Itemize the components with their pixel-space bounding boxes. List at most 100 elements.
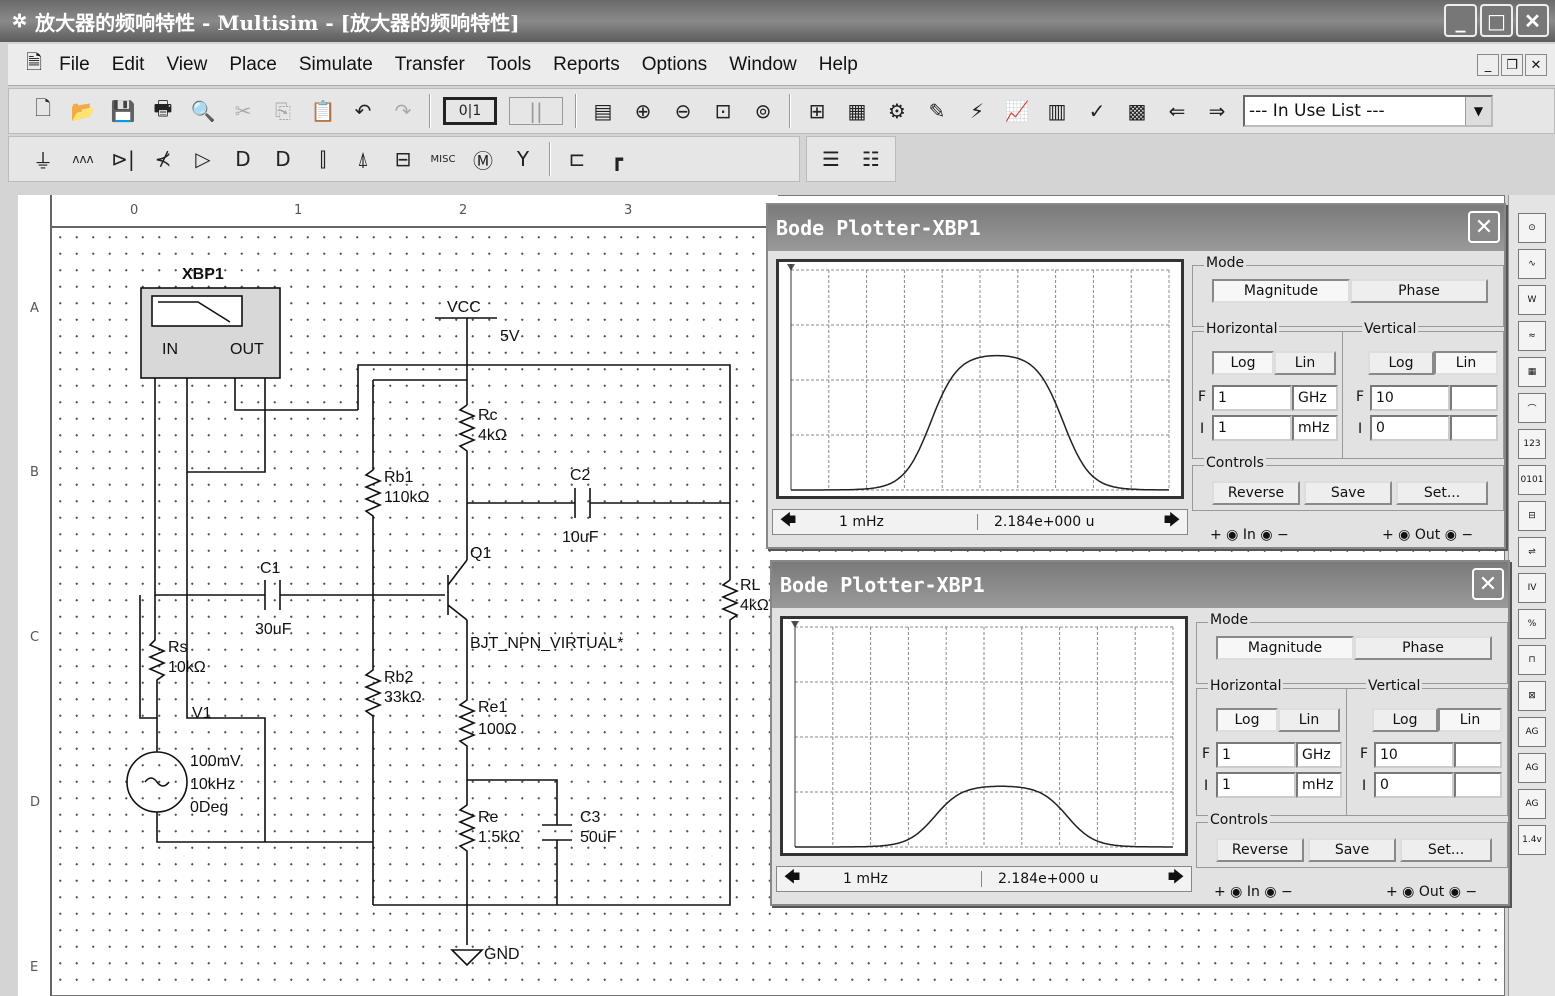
terminal-icon[interactable]: ◉ — [1226, 884, 1247, 900]
vertical-final-unit[interactable] — [1450, 385, 1498, 411]
spectrum-analyzer-icon[interactable]: ⊓ — [1518, 645, 1546, 675]
full-screen-icon[interactable]: ▤ — [589, 97, 617, 125]
vertical-initial-input[interactable]: 0 — [1374, 772, 1454, 798]
bode-close-button[interactable]: ✕ — [1468, 211, 1500, 243]
menu-options[interactable]: Options — [642, 54, 707, 76]
electromech-icon[interactable]: Ⓜ — [469, 145, 497, 173]
misc-icon[interactable]: MISC — [429, 145, 457, 173]
measurement-probe-icon[interactable]: 1.4v — [1518, 825, 1546, 855]
menu-view[interactable]: View — [166, 54, 207, 76]
terminal-icon[interactable]: ◉ — [1256, 527, 1277, 543]
bus-icon[interactable]: ┏ — [603, 145, 631, 173]
vertical-initial-unit[interactable] — [1454, 772, 1502, 798]
vertical-lin-button[interactable]: Lin — [1438, 708, 1502, 732]
source-icon[interactable]: ⏚ — [29, 145, 57, 173]
misc-digital-icon[interactable]: ⊟ — [389, 145, 417, 173]
spreadsheet-icon[interactable]: ▦ — [843, 97, 871, 125]
run-switch-icon[interactable]: 0|1 — [443, 97, 497, 125]
simulate-icon[interactable]: ⚡ — [963, 97, 991, 125]
terminal-icon[interactable]: ◉ — [1394, 527, 1415, 543]
horizontal-initial-unit[interactable]: mHz — [1296, 772, 1342, 798]
agilent-generator-icon[interactable]: AG — [1518, 717, 1546, 747]
rf-icon[interactable]: Y — [509, 145, 537, 173]
undo-icon[interactable]: ↶ — [349, 97, 377, 125]
network-analyzer-icon[interactable]: ⊠ — [1518, 681, 1546, 711]
reverse-button[interactable]: Reverse — [1212, 481, 1300, 505]
frequency-counter-icon[interactable]: 123 — [1518, 429, 1546, 459]
menu-edit[interactable]: Edit — [112, 54, 145, 76]
save-icon[interactable]: 💾 — [109, 97, 137, 125]
mdi-minimize-button[interactable]: _ — [1477, 54, 1499, 76]
pause-icon[interactable]: || — [509, 97, 563, 125]
terminal-icon[interactable]: ◉ — [1440, 527, 1461, 543]
mdi-close-button[interactable]: ✕ — [1525, 54, 1547, 76]
horizontal-lin-button[interactable]: Lin — [1274, 351, 1336, 375]
transistor-icon[interactable]: ⊀ — [149, 145, 177, 173]
cmos-icon[interactable]: D — [269, 145, 297, 173]
list-view-icon[interactable]: ☰ — [817, 145, 845, 173]
diode-icon[interactable]: ⊳| — [109, 145, 137, 173]
wattmeter-icon[interactable]: W — [1518, 285, 1546, 315]
save-button[interactable]: Save — [1304, 481, 1392, 505]
bar-view-icon[interactable]: ☷ — [857, 145, 885, 173]
horizontal-final-unit[interactable]: GHz — [1296, 742, 1342, 768]
zoom-area-icon[interactable]: ⊡ — [709, 97, 737, 125]
maximize-button[interactable]: □ — [1480, 4, 1513, 37]
menu-place[interactable]: Place — [229, 54, 277, 76]
menu-tools[interactable]: Tools — [487, 54, 531, 76]
menu-transfer[interactable]: Transfer — [395, 54, 465, 76]
logic-converter-icon[interactable]: ⇌ — [1518, 537, 1546, 567]
cursor-right-button[interactable]: 🡆 — [1161, 866, 1191, 893]
hierarchical-block-icon[interactable]: ⊏ — [563, 145, 591, 173]
resistor-icon[interactable]: ʌʌʌ — [69, 145, 97, 173]
agilent-oscilloscope-icon[interactable]: AG — [1518, 789, 1546, 819]
bode-close-button[interactable]: ✕ — [1472, 568, 1504, 600]
forward-annotate-icon[interactable]: ⇒ — [1203, 97, 1231, 125]
agilent-multimeter-icon[interactable]: AG — [1518, 753, 1546, 783]
vertical-initial-input[interactable]: 0 — [1370, 415, 1450, 441]
horizontal-final-input[interactable]: 1 — [1212, 385, 1292, 411]
iv-analyzer-icon[interactable]: IV — [1518, 573, 1546, 603]
bode-plot-screen[interactable] — [776, 259, 1184, 499]
cursor-right-button[interactable]: 🡆 — [1157, 509, 1187, 536]
database-icon[interactable]: ⚙ — [883, 97, 911, 125]
vertical-log-button[interactable]: Log — [1368, 351, 1434, 375]
design-toolbox-icon[interactable]: ⊞ — [803, 97, 831, 125]
indicator-icon[interactable]: ⍋ — [349, 145, 377, 173]
set-button[interactable]: Set... — [1396, 481, 1488, 505]
distortion-analyzer-icon[interactable]: % — [1518, 609, 1546, 639]
horizontal-final-input[interactable]: 1 — [1216, 742, 1296, 768]
component-wizard-icon[interactable]: ✎ — [923, 97, 951, 125]
redo-icon[interactable]: ↷ — [389, 97, 417, 125]
multimeter-icon[interactable]: ⊙ — [1518, 213, 1546, 243]
mixed-icon[interactable]: ⫿ — [309, 145, 337, 173]
analog-icon[interactable]: ▷ — [189, 145, 217, 173]
horizontal-log-button[interactable]: Log — [1216, 708, 1278, 732]
horizontal-final-unit[interactable]: GHz — [1292, 385, 1338, 411]
copy-icon[interactable]: ⎘ — [269, 97, 297, 125]
horizontal-initial-input[interactable]: 1 — [1216, 772, 1296, 798]
logic-analyzer-icon[interactable]: ⊟ — [1518, 501, 1546, 531]
document-icon[interactable]: 🗎 — [26, 48, 42, 82]
open-icon[interactable]: 📂 — [69, 97, 97, 125]
bode-plot-screen[interactable] — [780, 616, 1188, 856]
cursor-left-button[interactable]: 🡄 — [777, 866, 807, 893]
postprocessor-icon[interactable]: ▥ — [1043, 97, 1071, 125]
cursor-left-button[interactable]: 🡄 — [773, 509, 803, 536]
word-generator-icon[interactable]: 0101 — [1518, 465, 1546, 495]
bode-plotter-icon[interactable]: ⌒ — [1518, 393, 1546, 423]
oscilloscope-icon[interactable]: ≈ — [1518, 321, 1546, 351]
close-button[interactable]: ✕ — [1516, 4, 1549, 37]
terminal-icon[interactable]: ◉ — [1398, 884, 1419, 900]
vertical-initial-unit[interactable] — [1450, 415, 1498, 441]
horizontal-initial-input[interactable]: 1 — [1212, 415, 1292, 441]
magnitude-button[interactable]: Magnitude — [1212, 279, 1350, 303]
paste-icon[interactable]: 📋 — [309, 97, 337, 125]
save-button[interactable]: Save — [1308, 838, 1396, 862]
new-icon[interactable]: 🗋 — [29, 96, 57, 125]
vertical-final-unit[interactable] — [1454, 742, 1502, 768]
in-use-list-dropdown[interactable]: --- In Use List --- ▼ — [1243, 95, 1493, 127]
menu-reports[interactable]: Reports — [553, 54, 620, 76]
phase-button[interactable]: Phase — [1350, 279, 1488, 303]
set-button[interactable]: Set... — [1400, 838, 1492, 862]
